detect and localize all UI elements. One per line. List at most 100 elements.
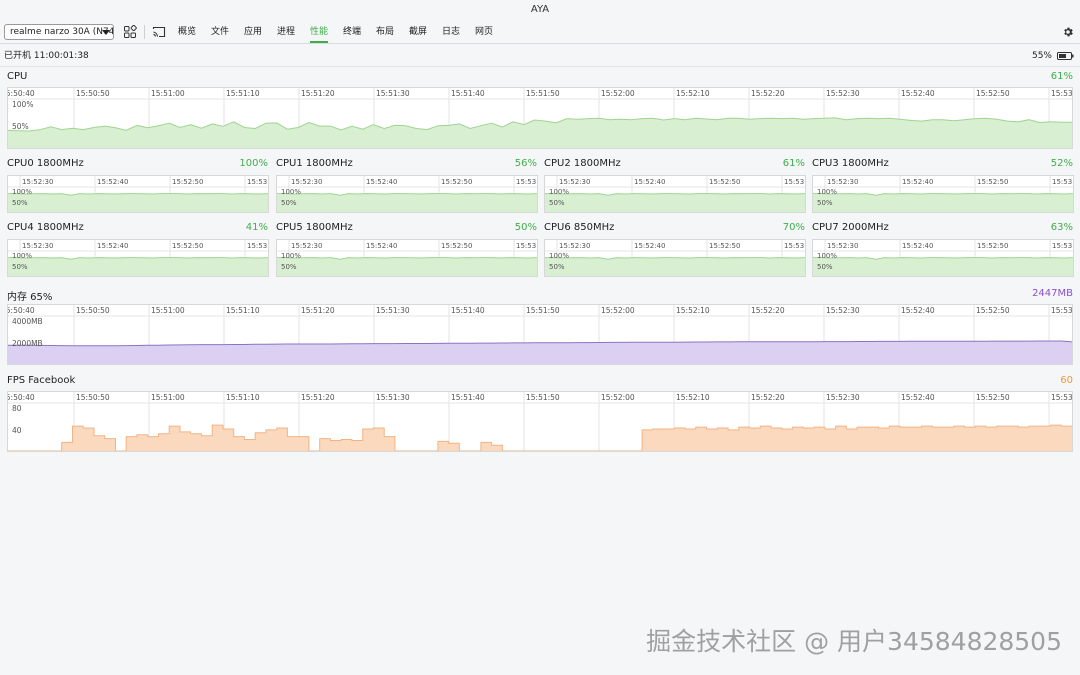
y-tick-label: 100%: [12, 188, 32, 196]
tab-overview[interactable]: 概览: [178, 20, 196, 44]
grid-apps-icon[interactable]: [123, 25, 137, 39]
tab-processes[interactable]: 进程: [277, 20, 295, 44]
time-tick-label: 15:52:30: [291, 178, 322, 186]
core-value: 63%: [1050, 222, 1073, 233]
time-tick-label: 15:52:30: [826, 393, 860, 402]
y-tick-label: 40: [12, 426, 22, 435]
tab-files[interactable]: 文件: [211, 20, 229, 44]
time-tick-label: 15:52:40: [901, 393, 935, 402]
fps-title: FPS Facebook: [7, 375, 76, 386]
time-tick-label: 15:53:00: [1051, 306, 1072, 315]
series-area: [8, 193, 268, 212]
chart-svg: 15:52:30 15:52:40 15:52:50 15:53:00 100% 50%: [545, 176, 805, 212]
time-tick-label: 15:51:10: [226, 306, 260, 315]
tab-webview[interactable]: 网页: [475, 20, 493, 44]
time-tick-label: 15:53:00: [784, 242, 805, 250]
tab-logs[interactable]: 日志: [442, 20, 460, 44]
uptime-text: 已开机 11:00:01:38: [4, 51, 89, 61]
cpu0-chart: 15:52:30 15:52:40 15:52:50 15:53:00 100% 50%: [7, 175, 269, 213]
toolbar-divider: [144, 25, 145, 39]
time-tick-label: 15:52:30: [22, 242, 53, 250]
time-tick-label: 15:52:20: [751, 306, 785, 315]
time-tick-label: 15:51:50: [526, 306, 560, 315]
time-tick-label: 15:50:50: [76, 393, 110, 402]
time-tick-label: 15:52:40: [901, 306, 935, 315]
time-tick-label: 15:52:30: [826, 89, 860, 98]
core-value: 56%: [514, 158, 537, 169]
time-tick-label: 15:51:00: [151, 306, 185, 315]
time-tick-label: 15:51:30: [376, 89, 410, 98]
cpu-value: 61%: [1050, 71, 1073, 82]
y-tick-label: 50%: [12, 199, 28, 207]
memory-chart: 15:50:40 15:50:50 15:51:00 15:51:10 15:51:20…: [7, 304, 1073, 365]
core-title: CPU7 2000MHz: [812, 222, 889, 233]
gear-icon[interactable]: [1062, 26, 1074, 38]
core-value: 41%: [245, 222, 268, 233]
y-tick-label: 100%: [281, 252, 301, 260]
y-tick-label: 2000MB: [12, 339, 43, 348]
chart-svg: 15:50:40 15:50:50 15:51:00 15:51:10 15:51:20…: [8, 88, 1072, 148]
time-tick-label: 15:52:50: [977, 242, 1008, 250]
time-tick-label: 15:52:10: [676, 89, 710, 98]
series-area: [8, 425, 1072, 451]
time-tick-label: 15:52:50: [441, 242, 472, 250]
time-tick-label: 15:52:40: [366, 178, 397, 186]
tab-screenshot[interactable]: 截屏: [409, 20, 427, 44]
core-value: 100%: [239, 158, 268, 169]
y-tick-label: 50%: [549, 199, 565, 207]
series-area: [813, 257, 1073, 276]
cpu5-chart: 15:52:30 15:52:40 15:52:50 15:53:00 100% 50%: [276, 239, 538, 277]
tab-layout[interactable]: 布局: [376, 20, 394, 44]
core-value: 70%: [782, 222, 805, 233]
time-tick-label: 15:52:40: [634, 242, 665, 250]
y-tick-label: 50%: [817, 199, 833, 207]
time-tick-label: 15:52:30: [559, 178, 590, 186]
time-tick-label: 15:53:00: [1051, 393, 1072, 402]
time-tick-label: 15:52:50: [976, 393, 1010, 402]
time-tick-label: 15:53:00: [784, 178, 805, 186]
time-tick-label: 15:50:50: [76, 89, 110, 98]
tab-apps[interactable]: 应用: [244, 20, 262, 44]
core-title: CPU3 1800MHz: [812, 158, 889, 169]
time-tick-label: 15:51:20: [301, 89, 335, 98]
tab-terminal[interactable]: 终端: [343, 20, 361, 44]
y-tick-label: 80: [12, 404, 22, 413]
time-tick-label: 15:52:20: [751, 89, 785, 98]
battery-percent: 55%: [1031, 51, 1052, 61]
screen-cast-icon[interactable]: [152, 25, 166, 39]
time-tick-label: 15:52:30: [559, 242, 590, 250]
fps-chart: 15:50:40 15:50:50 15:51:00 15:51:10 15:51:20…: [7, 391, 1073, 452]
series-area: [8, 257, 268, 276]
time-tick-label: 15:52:40: [902, 178, 933, 186]
tab-performance[interactable]: 性能: [310, 20, 329, 44]
time-tick-label: 15:52:40: [97, 242, 128, 250]
memory-title: 内存 65%: [7, 292, 53, 303]
time-tick-label: 15:51:10: [226, 89, 260, 98]
series-area: [545, 257, 805, 276]
core-value: 52%: [1050, 158, 1073, 169]
cpu-title: CPU: [7, 71, 28, 82]
y-tick-label: 100%: [549, 188, 569, 196]
core-title: CPU1 1800MHz: [276, 158, 353, 169]
cpu6-chart: 15:52:30 15:52:40 15:52:50 15:53:00 100% 50%: [544, 239, 806, 277]
chart-svg: 15:50:40 15:50:50 15:51:00 15:51:10 15:51:20…: [8, 305, 1072, 364]
time-tick-label: 15:52:50: [709, 242, 740, 250]
device-select[interactable]: realme narzo 30A (N74: [4, 24, 114, 40]
series-area: [813, 193, 1073, 212]
time-tick-label: 15:53:00: [516, 178, 537, 186]
time-tick-label: 15:51:10: [226, 393, 260, 402]
time-tick-label: 15:52:00: [601, 306, 635, 315]
y-tick-label: 50%: [12, 263, 28, 271]
time-tick-label: 15:52:40: [901, 89, 935, 98]
time-tick-label: 15:52:30: [827, 178, 858, 186]
time-tick-label: 15:52:50: [441, 178, 472, 186]
core-title: CPU5 1800MHz: [276, 222, 353, 233]
time-tick-label: 15:52:30: [291, 242, 322, 250]
time-tick-label: 15:51:40: [451, 306, 485, 315]
time-tick-label: 15:50:40: [8, 393, 35, 402]
window-title: AYA: [530, 4, 550, 15]
time-tick-label: 15:53:00: [1051, 89, 1072, 98]
y-tick-label: 100%: [549, 252, 569, 260]
cpu4-chart: 15:52:30 15:52:40 15:52:50 15:53:00 100% 50%: [7, 239, 269, 277]
series-area: [277, 257, 537, 276]
